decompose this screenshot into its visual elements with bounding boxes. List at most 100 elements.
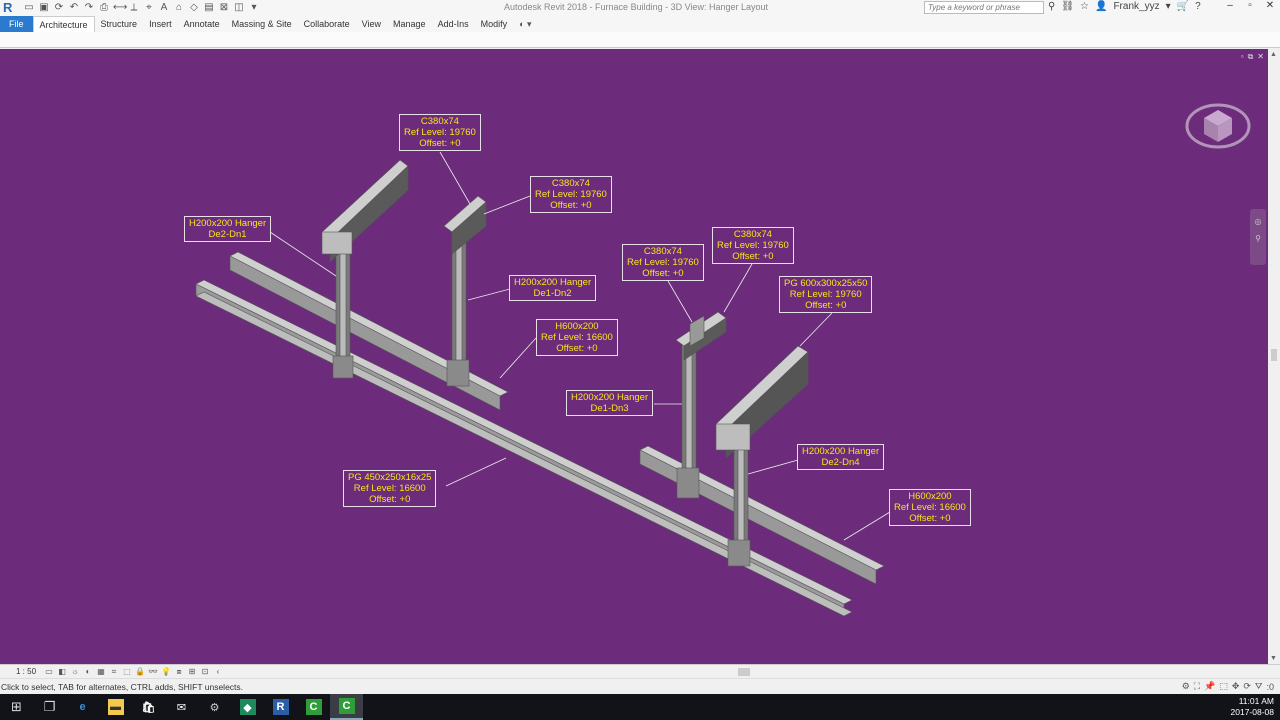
- switch-windows-icon[interactable]: ◫: [233, 1, 245, 15]
- file-explorer-button[interactable]: ▬: [99, 694, 132, 720]
- user-icon[interactable]: 👤: [1095, 1, 1107, 12]
- visual-style-icon[interactable]: ◧: [57, 667, 67, 677]
- help-icon[interactable]: ?: [1195, 1, 1201, 12]
- steering-wheel-icon[interactable]: ◎: [1250, 217, 1266, 226]
- tab-massing-site[interactable]: Massing & Site: [226, 16, 298, 32]
- vertical-scrollbar[interactable]: ▲ ▼: [1268, 49, 1280, 664]
- tab-collaborate[interactable]: Collaborate: [298, 16, 356, 32]
- scroll-down-icon[interactable]: ▼: [1270, 655, 1277, 662]
- 3d-viewport[interactable]: ▫ ⧉ ✕ ◎ ⚲ C380x74 Ref Level: 19760 Offse…: [0, 49, 1268, 664]
- undo-icon[interactable]: ↶: [68, 1, 80, 15]
- tag-pg600[interactable]: PG 600x300x25x50 Ref Level: 19760 Offset…: [779, 276, 873, 313]
- user-menu-chevron-icon[interactable]: ▾: [1166, 1, 1171, 12]
- revit-logo-icon[interactable]: R: [3, 1, 17, 15]
- tag-h600-1[interactable]: H600x200 Ref Level: 16600 Offset: +0: [536, 319, 618, 356]
- drag-elements-icon[interactable]: ✥: [1232, 681, 1240, 692]
- tag-c380-3[interactable]: C380x74 Ref Level: 19760 Offset: +0: [622, 244, 704, 281]
- tab-manage[interactable]: Manage: [387, 16, 432, 32]
- measure-icon[interactable]: ⟷: [113, 1, 127, 15]
- camtasia-button[interactable]: C: [297, 694, 330, 720]
- redo-icon[interactable]: ↷: [83, 1, 95, 15]
- tag-hanger-dn3[interactable]: H200x200 Hanger De1-Dn3: [566, 390, 654, 416]
- tag-hanger-dn4[interactable]: H200x200 Hanger De2-Dn4: [797, 444, 885, 470]
- select-underlay-icon[interactable]: ⛶: [1194, 681, 1200, 692]
- horizontal-scroll-thumb[interactable]: [738, 668, 750, 676]
- system-clock[interactable]: 11:01 AM 2017-08-08: [1231, 696, 1274, 718]
- save-icon[interactable]: ▣: [38, 1, 50, 15]
- tag-c380-2[interactable]: C380x74 Ref Level: 19760 Offset: +0: [530, 176, 612, 213]
- viewport-restore-icon[interactable]: ▫: [1241, 52, 1244, 62]
- background-processes-icon[interactable]: ⟳: [1243, 681, 1251, 692]
- select-links-icon[interactable]: ⚙: [1182, 681, 1190, 692]
- ribbon-toggle-icon[interactable]: ◐ ▾: [513, 16, 537, 32]
- tab-insert[interactable]: Insert: [143, 16, 178, 32]
- minimize-icon[interactable]: –: [1224, 0, 1236, 11]
- mail-button[interactable]: ✉: [165, 694, 198, 720]
- sun-path-icon[interactable]: ☼: [70, 667, 80, 677]
- help-search-input[interactable]: Type a keyword or phrase: [924, 1, 1044, 14]
- tab-annotate[interactable]: Annotate: [178, 16, 226, 32]
- start-button[interactable]: ⊞: [0, 694, 33, 720]
- tag-c380-1[interactable]: C380x74 Ref Level: 19760 Offset: +0: [399, 114, 481, 151]
- tag-h600-2[interactable]: H600x200 Ref Level: 16600 Offset: +0: [889, 489, 971, 526]
- text-icon[interactable]: A: [158, 1, 170, 15]
- worksharing-icon[interactable]: ⧈: [174, 667, 184, 677]
- cart-icon[interactable]: 🛒: [1177, 1, 1189, 12]
- maximize-icon[interactable]: ▫: [1244, 0, 1256, 11]
- tag-icon[interactable]: ⌖: [143, 1, 155, 15]
- reveal-hidden-icon[interactable]: 💡: [161, 667, 171, 677]
- analytical-model-icon[interactable]: ⊞: [187, 667, 197, 677]
- tab-view[interactable]: View: [356, 16, 387, 32]
- scroll-thumb[interactable]: [1271, 349, 1277, 361]
- zoom-icon[interactable]: ⚲: [1250, 234, 1266, 243]
- tag-hanger-dn1[interactable]: H200x200 Hanger De2-Dn1: [184, 216, 272, 242]
- print-icon[interactable]: ⎙: [98, 1, 110, 15]
- scroll-up-icon[interactable]: ▲: [1270, 51, 1277, 58]
- recorder-button[interactable]: C: [330, 694, 363, 720]
- lock-3d-icon[interactable]: 🔒: [135, 667, 145, 677]
- tab-structure[interactable]: Structure: [95, 16, 144, 32]
- highlight-displacement-icon[interactable]: ⊡: [200, 667, 210, 677]
- tag-pg450[interactable]: PG 450x250x16x25 Ref Level: 16600 Offset…: [343, 470, 437, 507]
- task-view-button[interactable]: ❐: [33, 694, 66, 720]
- default-3d-view-icon[interactable]: ⌂: [173, 1, 185, 15]
- detail-level-icon[interactable]: ▭: [44, 667, 54, 677]
- app-green-button[interactable]: ◆: [231, 694, 264, 720]
- customize-qat-icon[interactable]: ▾: [248, 1, 260, 15]
- show-crop-icon[interactable]: ⬚: [122, 667, 132, 677]
- tab-add-ins[interactable]: Add-Ins: [432, 16, 475, 32]
- scroll-left-icon[interactable]: ‹: [213, 667, 223, 677]
- thin-lines-icon[interactable]: ▤: [203, 1, 215, 15]
- dimension-icon[interactable]: ⟂: [128, 1, 140, 15]
- temporary-hide-icon[interactable]: 👓: [148, 667, 158, 677]
- edge-button[interactable]: e: [66, 694, 99, 720]
- select-pinned-icon[interactable]: 📌: [1204, 681, 1215, 692]
- store-button[interactable]: 🛍: [132, 694, 165, 720]
- sync-icon[interactable]: ⟳: [53, 1, 65, 15]
- binoculars-icon[interactable]: ⚲: [1048, 1, 1055, 12]
- subscription-icon[interactable]: ⛓: [1061, 1, 1074, 12]
- user-name[interactable]: Frank_yyz: [1113, 1, 1159, 12]
- tag-c380-4[interactable]: C380x74 Ref Level: 19760 Offset: +0: [712, 227, 794, 264]
- tab-modify[interactable]: Modify: [475, 16, 514, 32]
- favorites-star-icon[interactable]: ☆: [1080, 1, 1089, 12]
- crop-view-icon[interactable]: ⌗: [109, 667, 119, 677]
- revit-taskbar-button[interactable]: R: [264, 694, 297, 720]
- tab-file[interactable]: File: [0, 16, 33, 32]
- tab-architecture[interactable]: Architecture: [32, 16, 95, 32]
- viewport-tile-icon[interactable]: ⧉: [1248, 52, 1254, 62]
- render-icon[interactable]: ▦: [96, 667, 106, 677]
- close-icon[interactable]: ✕: [1264, 0, 1276, 11]
- tag-hanger-dn2[interactable]: H200x200 Hanger De1-Dn2: [509, 275, 597, 301]
- section-icon[interactable]: ◇: [188, 1, 200, 15]
- ribbon-panel-collapsed: [0, 32, 1280, 48]
- filter-icon[interactable]: ⛛: [1255, 681, 1263, 692]
- select-by-face-icon[interactable]: ⬚: [1219, 681, 1228, 692]
- view-scale[interactable]: 1 : 50: [16, 667, 44, 676]
- settings-button[interactable]: ⚙: [198, 694, 231, 720]
- open-icon[interactable]: ▭: [23, 1, 35, 15]
- shadows-icon[interactable]: ◐: [83, 667, 93, 677]
- close-hidden-windows-icon[interactable]: ⊠: [218, 1, 230, 15]
- viewport-close-icon[interactable]: ✕: [1257, 52, 1264, 62]
- filter-count: :0: [1266, 681, 1274, 692]
